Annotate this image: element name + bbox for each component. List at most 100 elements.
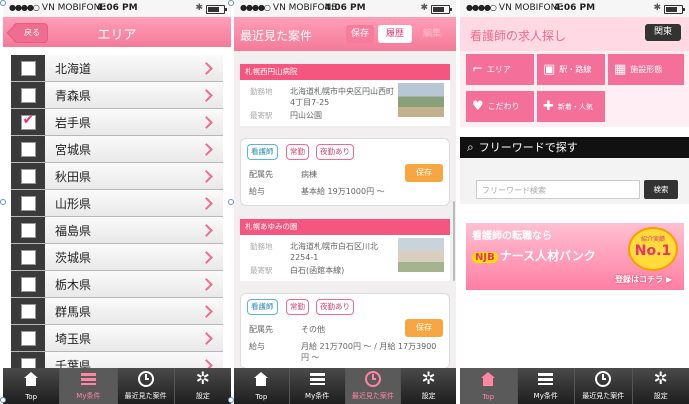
checkbox[interactable] <box>11 325 45 351</box>
search-button[interactable]: 検索 <box>644 180 678 199</box>
checkbox[interactable] <box>11 82 45 108</box>
area-name: 埼玉県 <box>55 331 92 346</box>
checkbox-box <box>20 276 36 292</box>
tab-top[interactable]: Top <box>3 368 59 404</box>
area-name: 栃木県 <box>55 277 92 292</box>
area-name: 青森県 <box>55 88 92 103</box>
area-row[interactable]: 福島県 <box>11 217 223 244</box>
checkbox-box <box>20 330 36 346</box>
checkbox[interactable] <box>11 298 45 324</box>
job-card[interactable]: 札幌あゆみの園 勤務地 北海道札幌市白石区川北2254-1 最寄駅 白石(函館本… <box>240 219 450 281</box>
chevron-right-icon <box>200 61 213 75</box>
selection-handle[interactable] <box>0 397 6 403</box>
checkbox[interactable] <box>11 55 45 81</box>
area-row[interactable]: 山形県 <box>11 190 223 217</box>
checkbox-box <box>20 60 36 76</box>
gear-icon: ✲ <box>653 368 668 389</box>
checkbox[interactable] <box>11 109 45 135</box>
area-name: 岩手県 <box>55 115 92 130</box>
scrollbar[interactable] <box>453 201 455 281</box>
freeword-input[interactable]: フリーワード検索 <box>476 180 640 199</box>
area-name: 福島県 <box>55 223 92 238</box>
chevron-right-icon <box>200 277 213 291</box>
home-icon <box>24 372 39 386</box>
bluetooth-icon: ✱ <box>653 3 661 13</box>
tab-top[interactable]: Top <box>234 368 289 404</box>
tab-my-conditions[interactable]: My条件 <box>516 368 575 404</box>
chevron-right-icon <box>200 331 213 345</box>
area-row[interactable]: 埼玉県 <box>11 325 223 352</box>
tag: 看護師 <box>247 144 278 160</box>
checkbox-box <box>20 168 36 184</box>
tab-recent[interactable]: 最近見た案件 <box>116 368 174 404</box>
area-row[interactable]: 群馬県 <box>11 298 223 325</box>
history-segment[interactable]: 履歴 <box>378 25 412 43</box>
area-list: 北海道青森県岩手県宮城県秋田県山形県福島県茨城県栃木県群馬県埼玉県千葉県 <box>11 55 223 379</box>
tab-settings[interactable]: ✲ 設定 <box>400 368 456 404</box>
area-row[interactable]: 栃木県 <box>11 271 223 298</box>
page-title: エリア <box>97 28 137 43</box>
list-icon <box>309 373 325 385</box>
area-row[interactable]: 岩手県 <box>11 109 223 136</box>
tab-bar: Top My条件 最近見た案件 ✲ 設定 <box>234 368 456 404</box>
bluetooth-icon: ✱ <box>420 3 428 13</box>
tab-recent[interactable]: 最近見た案件 <box>574 368 632 404</box>
tag: 夜勤あり <box>316 299 354 315</box>
menu-station[interactable]: ▣ 駅・路線 <box>537 54 605 85</box>
job-detail-box: 看護師 常勤 夜勤あり 配属先 病棟 給与 基本給 19万1000円 〜 保存 <box>240 138 450 206</box>
search-menu: ⌐ エリア ▣ 駅・路線 ▦ 施設形態 ♥ こだわり ✚ 新着・人気 <box>460 51 689 127</box>
banner-cta: 登録はコチラ ▶ <box>615 275 672 284</box>
menu-new-popular[interactable]: ✚ 新着・人気 <box>537 91 605 122</box>
top-screen: ●●●●○ VN MOBIFONE 4:06 PM ✱ 看護師の求人探し 関東 ⌐… <box>460 0 689 404</box>
menu-area[interactable]: ⌐ エリア <box>466 54 534 85</box>
chevron-right-icon <box>200 169 213 183</box>
selection-handle[interactable] <box>0 199 6 205</box>
saved-segment[interactable]: 保存 <box>346 25 374 43</box>
chevron-right-icon <box>200 223 213 237</box>
menu-preferences[interactable]: ♥ こだわり <box>466 91 534 122</box>
banner-brand: NJB ナース人材バンク <box>472 247 596 264</box>
selection-handle[interactable] <box>228 0 234 6</box>
region-button[interactable]: 関東 <box>645 24 681 41</box>
checkbox[interactable] <box>11 244 45 270</box>
job-card[interactable]: 札幌西円山病院 勤務地 北海道札幌市中央区円山西町4丁目7-25 最寄駅 円山公… <box>240 64 450 126</box>
tab-top[interactable]: Top <box>460 368 517 404</box>
stairs-icon: ⌐ <box>472 62 483 77</box>
tab-settings[interactable]: ✲ 設定 <box>173 368 231 404</box>
area-row[interactable]: 宮城県 <box>11 136 223 163</box>
chevron-right-icon <box>200 142 213 156</box>
checkbox[interactable] <box>11 217 45 243</box>
new-icon: ✚ <box>543 99 554 114</box>
status-bar: ●●●●○ VN MOBIFONE 4:06 PM ✱ <box>234 0 456 17</box>
freeword-area: フリーワード検索 検索 <box>460 158 689 204</box>
checkbox[interactable] <box>11 163 45 189</box>
nurse-bank-banner[interactable]: 看護師の転職なら NJB ナース人材バンク 紹介実績 No.1 登録はコチラ ▶ <box>466 223 684 290</box>
area-row[interactable]: 北海道 <box>11 55 223 82</box>
tag: 看護師 <box>247 299 278 315</box>
selection-handle[interactable] <box>0 0 6 6</box>
menu-facility[interactable]: ▦ 施設形態 <box>608 54 684 85</box>
heart-icon: ♥ <box>472 99 484 114</box>
save-button[interactable]: 保存 <box>405 164 443 182</box>
area-row[interactable]: 秋田県 <box>11 163 223 190</box>
gear-icon: ✲ <box>421 368 436 389</box>
tag: 常勤 <box>286 299 309 315</box>
checkbox[interactable] <box>11 271 45 297</box>
area-row[interactable]: 青森県 <box>11 82 223 109</box>
save-button[interactable]: 保存 <box>405 319 443 337</box>
home-icon <box>254 372 269 386</box>
home-icon <box>481 372 496 386</box>
tab-my-conditions[interactable]: My条件 <box>59 368 117 404</box>
edit-button[interactable]: 編集 <box>418 25 446 43</box>
checkbox[interactable] <box>11 190 45 216</box>
selection-handle[interactable] <box>228 199 234 205</box>
area-row[interactable]: 茨城県 <box>11 244 223 271</box>
tab-settings[interactable]: ✲ 設定 <box>631 368 689 404</box>
tab-recent[interactable]: 最近見た案件 <box>344 368 401 404</box>
tag: 常勤 <box>286 144 309 160</box>
nav-bar: 最近見た案件 保存 履歴 編集 <box>234 17 456 51</box>
checkbox[interactable] <box>11 136 45 162</box>
checkbox-box <box>20 249 36 265</box>
tab-my-conditions[interactable]: My条件 <box>288 368 345 404</box>
selection-handle[interactable] <box>228 397 234 403</box>
